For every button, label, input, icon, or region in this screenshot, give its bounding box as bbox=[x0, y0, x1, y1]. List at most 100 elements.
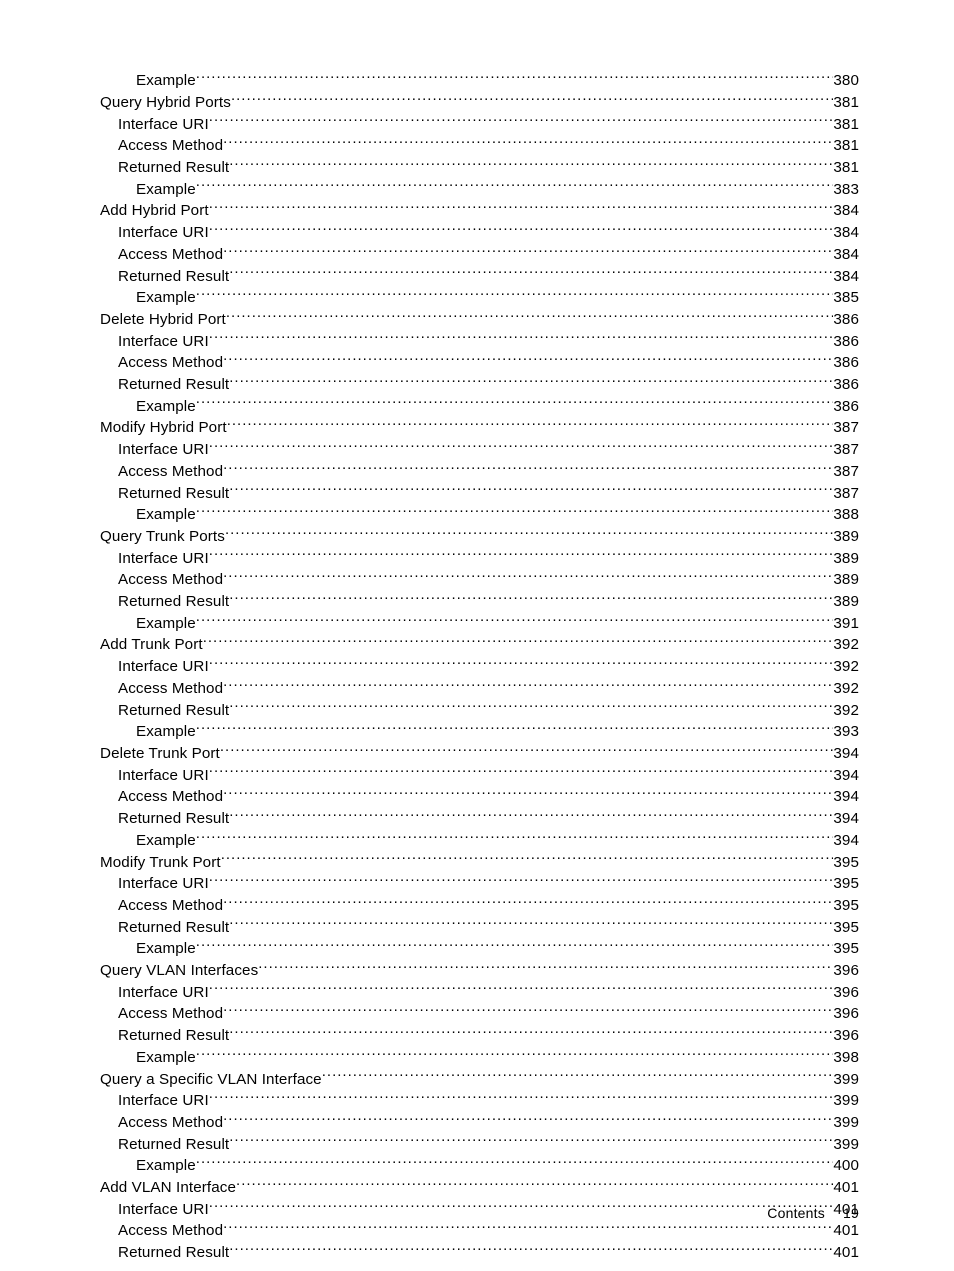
toc-entry[interactable]: Access Method392 bbox=[100, 678, 859, 700]
toc-leader-dots bbox=[209, 656, 834, 671]
toc-leader-dots bbox=[229, 808, 833, 823]
toc-entry[interactable]: Returned Result395 bbox=[100, 916, 859, 938]
toc-leader-dots bbox=[223, 1003, 833, 1018]
toc-leader-dots bbox=[209, 873, 834, 888]
toc-entry[interactable]: Interface URI387 bbox=[100, 439, 859, 461]
toc-entry-page: 381 bbox=[833, 136, 859, 157]
toc-entry[interactable]: Access Method389 bbox=[100, 569, 859, 591]
toc-entry[interactable]: Query Trunk Ports389 bbox=[100, 526, 859, 548]
toc-entry-page: 391 bbox=[833, 614, 859, 635]
toc-entry-label: Modify Trunk Port bbox=[100, 853, 221, 874]
toc-entry[interactable]: Modify Trunk Port395 bbox=[100, 851, 859, 873]
toc-entry[interactable]: Add Trunk Port392 bbox=[100, 634, 859, 656]
toc-entry-page: 396 bbox=[833, 983, 859, 1004]
toc-entry[interactable]: Returned Result389 bbox=[100, 591, 859, 613]
toc-entry[interactable]: Modify Hybrid Port387 bbox=[100, 417, 859, 439]
toc-entry[interactable]: Interface URI395 bbox=[100, 873, 859, 895]
toc-entry-label: Example bbox=[136, 71, 196, 92]
toc-leader-dots bbox=[229, 374, 833, 389]
toc-entry-label: Add Trunk Port bbox=[100, 635, 203, 656]
toc-entry[interactable]: Interface URI399 bbox=[100, 1090, 859, 1112]
toc-entry-page: 389 bbox=[833, 592, 859, 613]
toc-entry[interactable]: Access Method396 bbox=[100, 1003, 859, 1025]
toc-entry-label: Access Method bbox=[118, 896, 223, 917]
toc-entry[interactable]: Returned Result384 bbox=[100, 265, 859, 287]
toc-entry-label: Add Hybrid Port bbox=[100, 201, 209, 222]
toc-entry[interactable]: Returned Result401 bbox=[100, 1242, 859, 1264]
toc-entry[interactable]: Access Method384 bbox=[100, 244, 859, 266]
toc-leader-dots bbox=[196, 179, 834, 194]
toc-entry[interactable]: Interface URI381 bbox=[100, 113, 859, 135]
toc-entry[interactable]: Example388 bbox=[100, 504, 859, 526]
toc-entry-page: 380 bbox=[833, 71, 859, 92]
toc-entry-page: 383 bbox=[833, 180, 859, 201]
toc-entry-label: Access Method bbox=[118, 787, 223, 808]
toc-entry[interactable]: Example398 bbox=[100, 1047, 859, 1069]
toc-entry[interactable]: Query a Specific VLAN Interface 399 bbox=[100, 1068, 859, 1090]
toc-entry-label: Interface URI bbox=[118, 983, 209, 1004]
toc-leader-dots bbox=[203, 634, 834, 649]
toc-entry[interactable]: Example391 bbox=[100, 613, 859, 635]
toc-entry[interactable]: Example395 bbox=[100, 938, 859, 960]
toc-leader-dots bbox=[196, 613, 834, 628]
toc-entry-label: Interface URI bbox=[118, 115, 209, 136]
toc-entry[interactable]: Access Method395 bbox=[100, 895, 859, 917]
toc-entry-label: Interface URI bbox=[118, 332, 209, 353]
toc-entry[interactable]: Returned Result 396 bbox=[100, 1025, 859, 1047]
toc-leader-dots bbox=[223, 569, 833, 584]
toc-entry[interactable]: Returned Result387 bbox=[100, 482, 859, 504]
toc-entry-page: 398 bbox=[833, 1048, 859, 1069]
toc-entry[interactable]: Example393 bbox=[100, 721, 859, 743]
toc-entry[interactable]: Returned Result399 bbox=[100, 1133, 859, 1155]
toc-entry-page: 396 bbox=[833, 1026, 859, 1047]
toc-entry[interactable]: Example394 bbox=[100, 830, 859, 852]
toc-entry[interactable]: Interface URI384 bbox=[100, 222, 859, 244]
toc-entry[interactable]: Returned Result392 bbox=[100, 699, 859, 721]
toc-entry-label: Example bbox=[136, 505, 196, 526]
toc-entry-label: Returned Result bbox=[118, 918, 229, 939]
toc-entry[interactable]: Interface URI394 bbox=[100, 765, 859, 787]
toc-entry[interactable]: Query Hybrid Ports381 bbox=[100, 92, 859, 114]
toc-entry[interactable]: Interface URI386 bbox=[100, 330, 859, 352]
toc-entry-label: Example bbox=[136, 288, 196, 309]
toc-leader-dots bbox=[223, 461, 833, 476]
toc-entry-label: Returned Result bbox=[118, 1026, 229, 1047]
toc-entry-page: 387 bbox=[833, 484, 859, 505]
toc-entry-page: 394 bbox=[833, 809, 859, 830]
toc-entry[interactable]: Example385 bbox=[100, 287, 859, 309]
toc-entry[interactable]: Delete Trunk Port394 bbox=[100, 743, 859, 765]
toc-entry[interactable]: Interface URI 396 bbox=[100, 982, 859, 1004]
toc-leader-dots bbox=[209, 1090, 834, 1105]
toc-entry[interactable]: Interface URI401 bbox=[100, 1199, 859, 1221]
toc-entry-label: Delete Hybrid Port bbox=[100, 310, 226, 331]
toc-entry[interactable]: Example 380 bbox=[100, 70, 859, 92]
toc-entry[interactable]: Example386 bbox=[100, 396, 859, 418]
toc-entry[interactable]: Access Method387 bbox=[100, 461, 859, 483]
toc-leader-dots bbox=[236, 1177, 833, 1192]
toc-entry-page: 393 bbox=[833, 722, 859, 743]
toc-entry-label: Example bbox=[136, 180, 196, 201]
toc-entry[interactable]: Interface URI389 bbox=[100, 547, 859, 569]
toc-leader-dots bbox=[223, 135, 833, 150]
toc-entry[interactable]: Add Hybrid Port384 bbox=[100, 200, 859, 222]
toc-entry[interactable]: Returned Result381 bbox=[100, 157, 859, 179]
toc-entry[interactable]: Access Method381 bbox=[100, 135, 859, 157]
toc-entry[interactable]: Example400 bbox=[100, 1155, 859, 1177]
toc-entry-label: Query VLAN Interfaces bbox=[100, 961, 258, 982]
toc-entry[interactable]: Access Method399 bbox=[100, 1112, 859, 1134]
toc-leader-dots bbox=[209, 222, 834, 237]
toc-entry[interactable]: Access Method401 bbox=[100, 1220, 859, 1242]
toc-entry[interactable]: Returned Result394 bbox=[100, 808, 859, 830]
toc-entry[interactable]: Returned Result386 bbox=[100, 374, 859, 396]
toc-entry[interactable]: Delete Hybrid Port386 bbox=[100, 309, 859, 331]
toc-entry-page: 395 bbox=[833, 874, 859, 895]
toc-entry[interactable]: Access Method386 bbox=[100, 352, 859, 374]
toc-leader-dots bbox=[223, 1220, 833, 1235]
toc-entry[interactable]: Query VLAN Interfaces396 bbox=[100, 960, 859, 982]
toc-entry[interactable]: Example 383 bbox=[100, 179, 859, 201]
toc-entry-page: 400 bbox=[833, 1156, 859, 1177]
toc-entry[interactable]: Access Method394 bbox=[100, 786, 859, 808]
toc-entry-label: Returned Result bbox=[118, 158, 229, 179]
toc-entry[interactable]: Add VLAN Interface401 bbox=[100, 1177, 859, 1199]
toc-entry[interactable]: Interface URI392 bbox=[100, 656, 859, 678]
